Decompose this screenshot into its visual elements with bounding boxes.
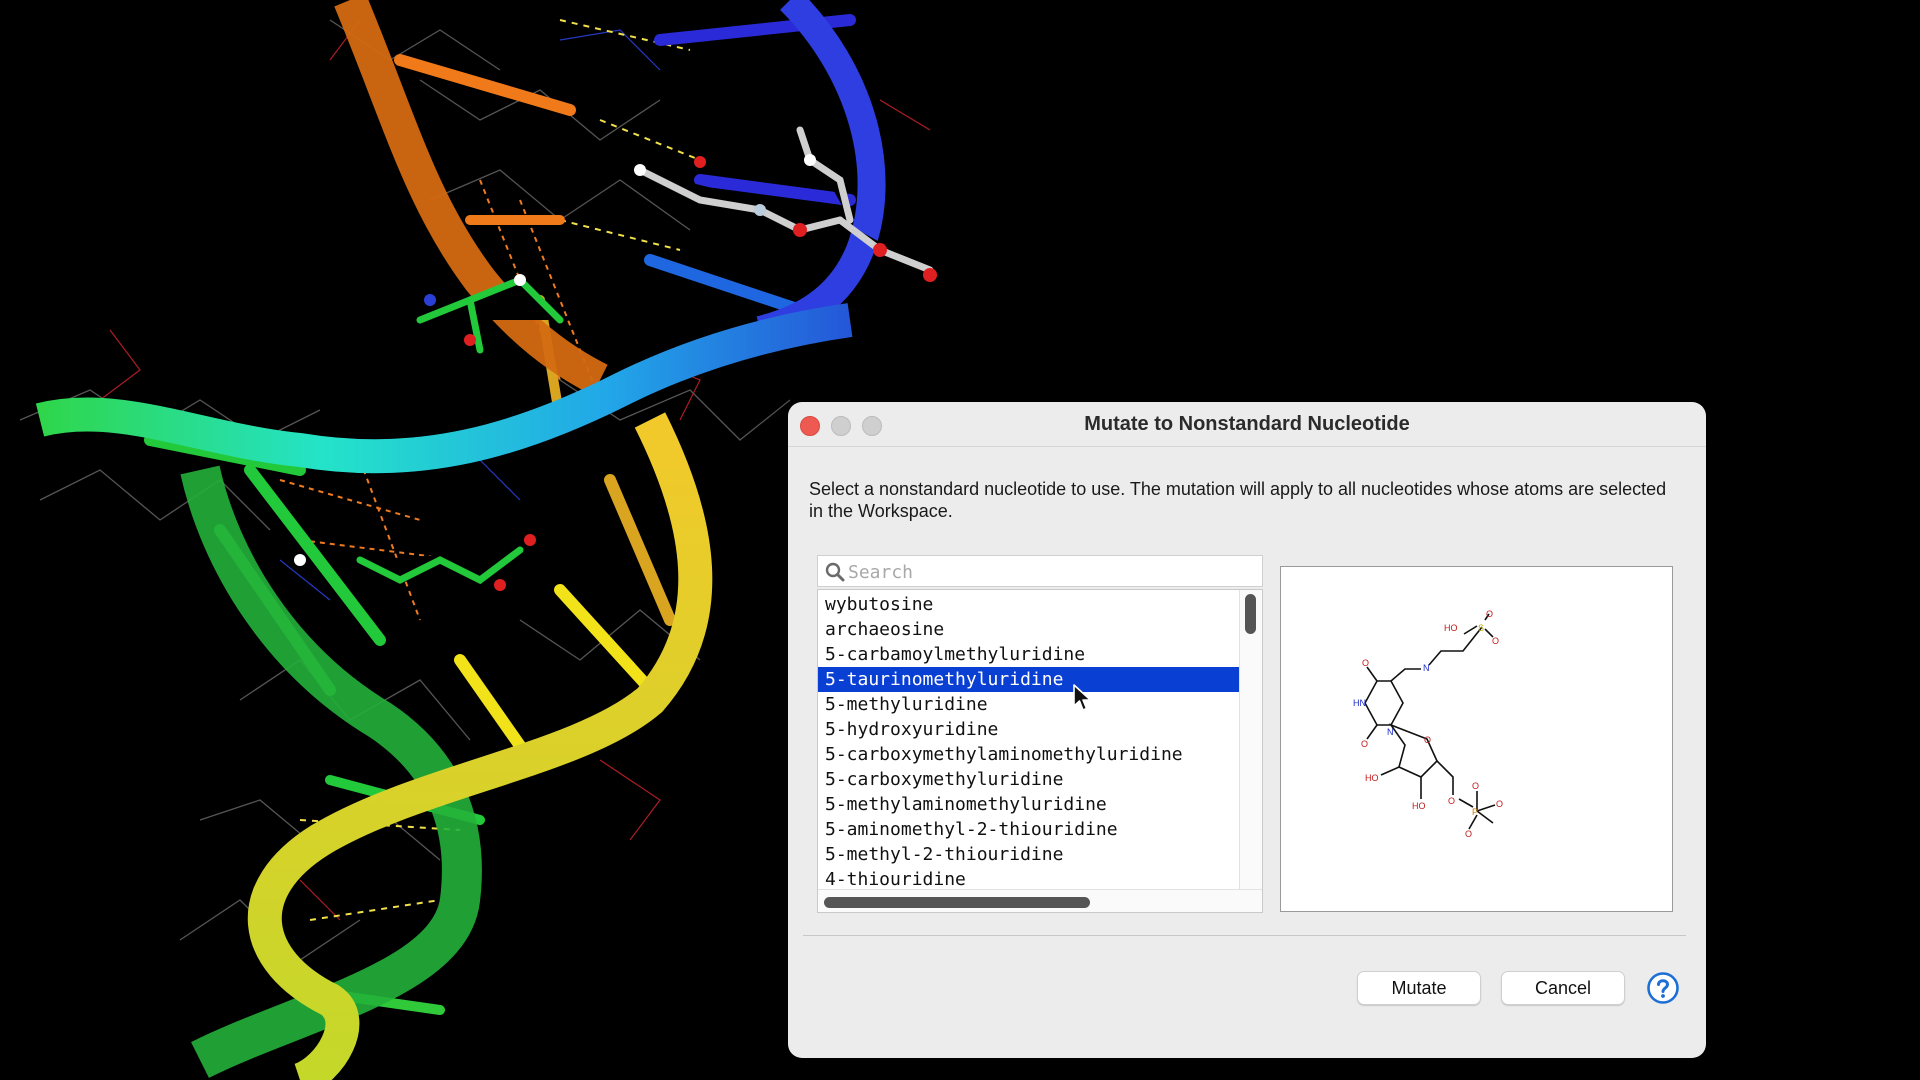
- separator: [803, 935, 1686, 936]
- list-item[interactable]: 5-methylaminomethyluridine: [818, 792, 1240, 817]
- atom-label: O: [1448, 796, 1455, 806]
- atom-label: HO: [1365, 773, 1379, 783]
- cancel-button[interactable]: Cancel: [1501, 971, 1625, 1005]
- vertical-scrollbar[interactable]: [1239, 590, 1262, 912]
- atom-label: O: [1492, 636, 1499, 646]
- list-item-selected[interactable]: 5-taurinomethyluridine: [818, 667, 1240, 692]
- vertical-scroll-thumb[interactable]: [1245, 594, 1256, 634]
- atom-label: N: [1387, 727, 1394, 737]
- atom-label: O: [1486, 609, 1493, 619]
- horizontal-scroll-thumb[interactable]: [824, 897, 1090, 908]
- molecule-structure-diagram: HO S O O N O HN N O O HO HO O P O O O: [1353, 609, 1503, 839]
- list-item[interactable]: 5-carboxymethylaminomethyluridine: [818, 742, 1240, 767]
- mutate-button[interactable]: Mutate: [1357, 971, 1481, 1005]
- list-item[interactable]: 5-aminomethyl-2-thiouridine: [818, 817, 1240, 842]
- atom-label: HO: [1444, 623, 1458, 633]
- search-box[interactable]: [817, 555, 1263, 587]
- list-item[interactable]: 5-hydroxyuridine: [818, 717, 1240, 742]
- atom-label: O: [1465, 829, 1472, 839]
- atom-label: P: [1472, 807, 1478, 817]
- mouse-cursor-icon: [1073, 684, 1092, 711]
- atom-label: O: [1361, 739, 1368, 749]
- list-item[interactable]: 5-carbamoylmethyluridine: [818, 642, 1240, 667]
- dialog-title: Mutate to Nonstandard Nucleotide: [1084, 413, 1410, 435]
- atom-label: S: [1478, 623, 1484, 633]
- horizontal-scrollbar[interactable]: [818, 889, 1262, 912]
- title-bar[interactable]: Mutate to Nonstandard Nucleotide: [788, 402, 1706, 447]
- atom-label: O: [1362, 658, 1369, 668]
- atom-label: O: [1496, 799, 1503, 809]
- atom-label: HN: [1353, 698, 1366, 708]
- backbone-ribbon-cyan: [35, 303, 853, 474]
- list-item[interactable]: archaeosine: [818, 617, 1240, 642]
- atom-label: O: [1472, 781, 1479, 791]
- nucleotide-list[interactable]: wybutosine archaeosine 5-carbamoylmethyl…: [817, 589, 1263, 913]
- atom-label: O: [1424, 735, 1431, 745]
- search-input[interactable]: [846, 559, 1250, 585]
- list-item[interactable]: wybutosine: [818, 592, 1240, 617]
- list-item[interactable]: 5-carboxymethyluridine: [818, 767, 1240, 792]
- mutate-dialog: Mutate to Nonstandard Nucleotide Select …: [788, 402, 1706, 1058]
- search-icon: [825, 562, 845, 582]
- atom-label: N: [1423, 663, 1430, 673]
- list-item[interactable]: 5-methyluridine: [818, 692, 1240, 717]
- help-icon[interactable]: [1646, 971, 1680, 1005]
- atom-label: HO: [1412, 801, 1426, 811]
- structure-preview: HO S O O N O HN N O O HO HO O P O O O: [1280, 566, 1673, 912]
- instructions-text: Select a nonstandard nucleotide to use. …: [809, 479, 1667, 521]
- list-item[interactable]: 5-methyl-2-thiouridine: [818, 842, 1240, 867]
